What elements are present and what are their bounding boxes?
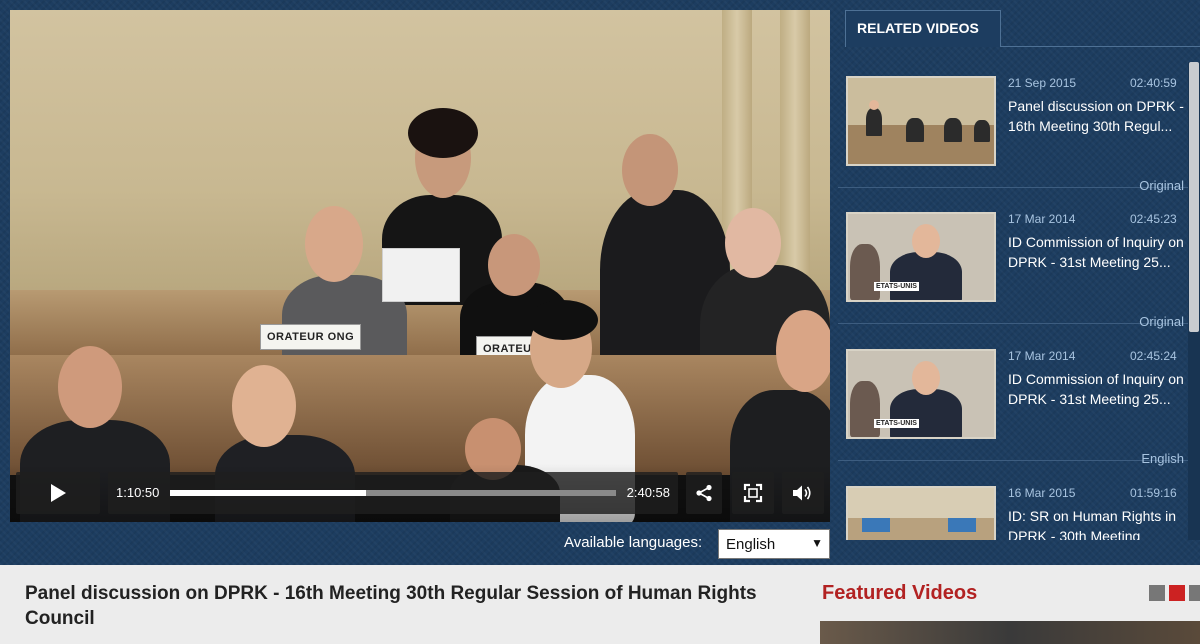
video-thumbnail — [846, 486, 996, 540]
thumb-figure — [906, 118, 924, 142]
thumb-figure — [850, 381, 880, 437]
related-item[interactable]: 16 Mar 2015 01:59:16 ID: SR on Human Rig… — [838, 472, 1188, 540]
thumb-face — [869, 100, 879, 110]
video-player[interactable]: ORATEUR ONG ORATEUR 1:10:50 2:40:58 — [10, 10, 830, 522]
video-thumbnail: ETATS-UNIS — [846, 349, 996, 439]
video-person-head — [232, 365, 296, 447]
related-item[interactable]: 21 Sep 2015 02:40:59 Panel discussion on… — [838, 62, 1188, 193]
related-language: Original — [1139, 314, 1184, 329]
thumb-wall — [848, 488, 994, 518]
related-title[interactable]: Panel discussion on DPRK - 16th Meeting … — [1008, 96, 1186, 136]
related-title[interactable]: ID Commission of Inquiry on DPRK - 31st … — [1008, 369, 1186, 409]
volume-button[interactable] — [782, 472, 824, 514]
featured-thumbnails[interactable] — [820, 621, 1200, 644]
carousel-dot[interactable] — [1189, 585, 1200, 601]
thumb-figure — [890, 252, 962, 300]
progress-track[interactable] — [170, 490, 616, 496]
related-videos-tab[interactable]: RELATED VIDEOS — [845, 10, 1001, 47]
share-icon — [696, 484, 712, 502]
related-duration: 02:45:24 — [1130, 349, 1177, 363]
thumb-figure — [866, 108, 882, 136]
related-duration: 01:59:16 — [1130, 486, 1177, 500]
player-controls: 1:10:50 2:40:58 — [10, 464, 830, 522]
related-title[interactable]: ID: SR on Human Rights in DPRK - 30th Me… — [1008, 506, 1186, 540]
video-person-head — [488, 234, 540, 296]
related-title[interactable]: ID Commission of Inquiry on DPRK - 31st … — [1008, 232, 1186, 272]
carousel-dot[interactable] — [1149, 585, 1165, 601]
play-icon — [51, 484, 66, 502]
thumb-nameplate: ETATS-UNIS — [874, 282, 919, 291]
related-videos-list[interactable]: 21 Sep 2015 02:40:59 Panel discussion on… — [838, 62, 1188, 540]
fullscreen-button[interactable] — [732, 472, 774, 514]
thumb-figure — [944, 118, 962, 142]
related-duration: 02:45:23 — [1130, 212, 1177, 226]
language-selected: English — [726, 536, 776, 553]
chevron-down-icon: ▼ — [811, 536, 823, 550]
video-person-head — [776, 310, 830, 392]
content-area: Panel discussion on DPRK - 16th Meeting … — [0, 565, 1200, 644]
video-nameplate: ORATEUR ONG — [260, 324, 362, 350]
related-language: Original — [1139, 178, 1184, 193]
video-person-head — [622, 134, 678, 206]
progress-fill — [170, 490, 367, 496]
video-frame[interactable]: ORATEUR ONG ORATEUR — [10, 10, 830, 522]
thumb-nameplate: ETATS-UNIS — [874, 419, 919, 428]
video-person-head — [305, 206, 363, 282]
thumb-face — [912, 224, 940, 258]
related-language: English — [1141, 451, 1184, 466]
timeline[interactable]: 1:10:50 2:40:58 — [108, 472, 678, 514]
languages-label: Available languages: — [564, 534, 703, 551]
thumb-screen — [948, 518, 976, 532]
current-time: 1:10:50 — [116, 485, 160, 500]
related-date: 21 Sep 2015 — [1008, 76, 1077, 90]
thumb-screen — [862, 518, 890, 532]
related-duration: 02:40:59 — [1130, 76, 1177, 90]
scrollbar-thumb[interactable] — [1189, 62, 1199, 332]
volume-icon — [793, 485, 811, 501]
carousel-dot-active[interactable] — [1169, 585, 1185, 601]
video-thumbnail — [846, 76, 996, 166]
video-thumbnail: ETATS-UNIS — [846, 212, 996, 302]
related-scrollbar[interactable] — [1188, 62, 1200, 540]
related-item[interactable]: ETATS-UNIS 17 Mar 2014 02:45:23 ID Commi… — [838, 198, 1188, 329]
related-item[interactable]: ETATS-UNIS 17 Mar 2014 02:45:24 ID Commi… — [838, 335, 1188, 466]
thumb-figure — [890, 389, 962, 437]
share-button[interactable] — [686, 472, 722, 514]
thumb-face — [912, 361, 940, 395]
thumb-figure — [850, 244, 880, 300]
video-person-hair — [408, 108, 478, 158]
play-button[interactable] — [16, 472, 100, 514]
related-date: 17 Mar 2014 — [1008, 212, 1076, 226]
language-select[interactable]: English ▼ — [718, 529, 830, 559]
video-person-hair — [528, 300, 598, 340]
featured-videos-heading: Featured Videos — [822, 582, 978, 604]
fullscreen-icon — [743, 483, 763, 503]
thumb-figure — [974, 120, 990, 142]
video-person-head — [725, 208, 781, 278]
related-date: 17 Mar 2014 — [1008, 349, 1076, 363]
duration: 2:40:58 — [626, 485, 670, 500]
page-title: Panel discussion on DPRK - 16th Meeting … — [25, 583, 757, 629]
related-date: 16 Mar 2015 — [1008, 486, 1076, 500]
video-person-head — [58, 346, 122, 428]
video-laptop — [382, 248, 460, 302]
